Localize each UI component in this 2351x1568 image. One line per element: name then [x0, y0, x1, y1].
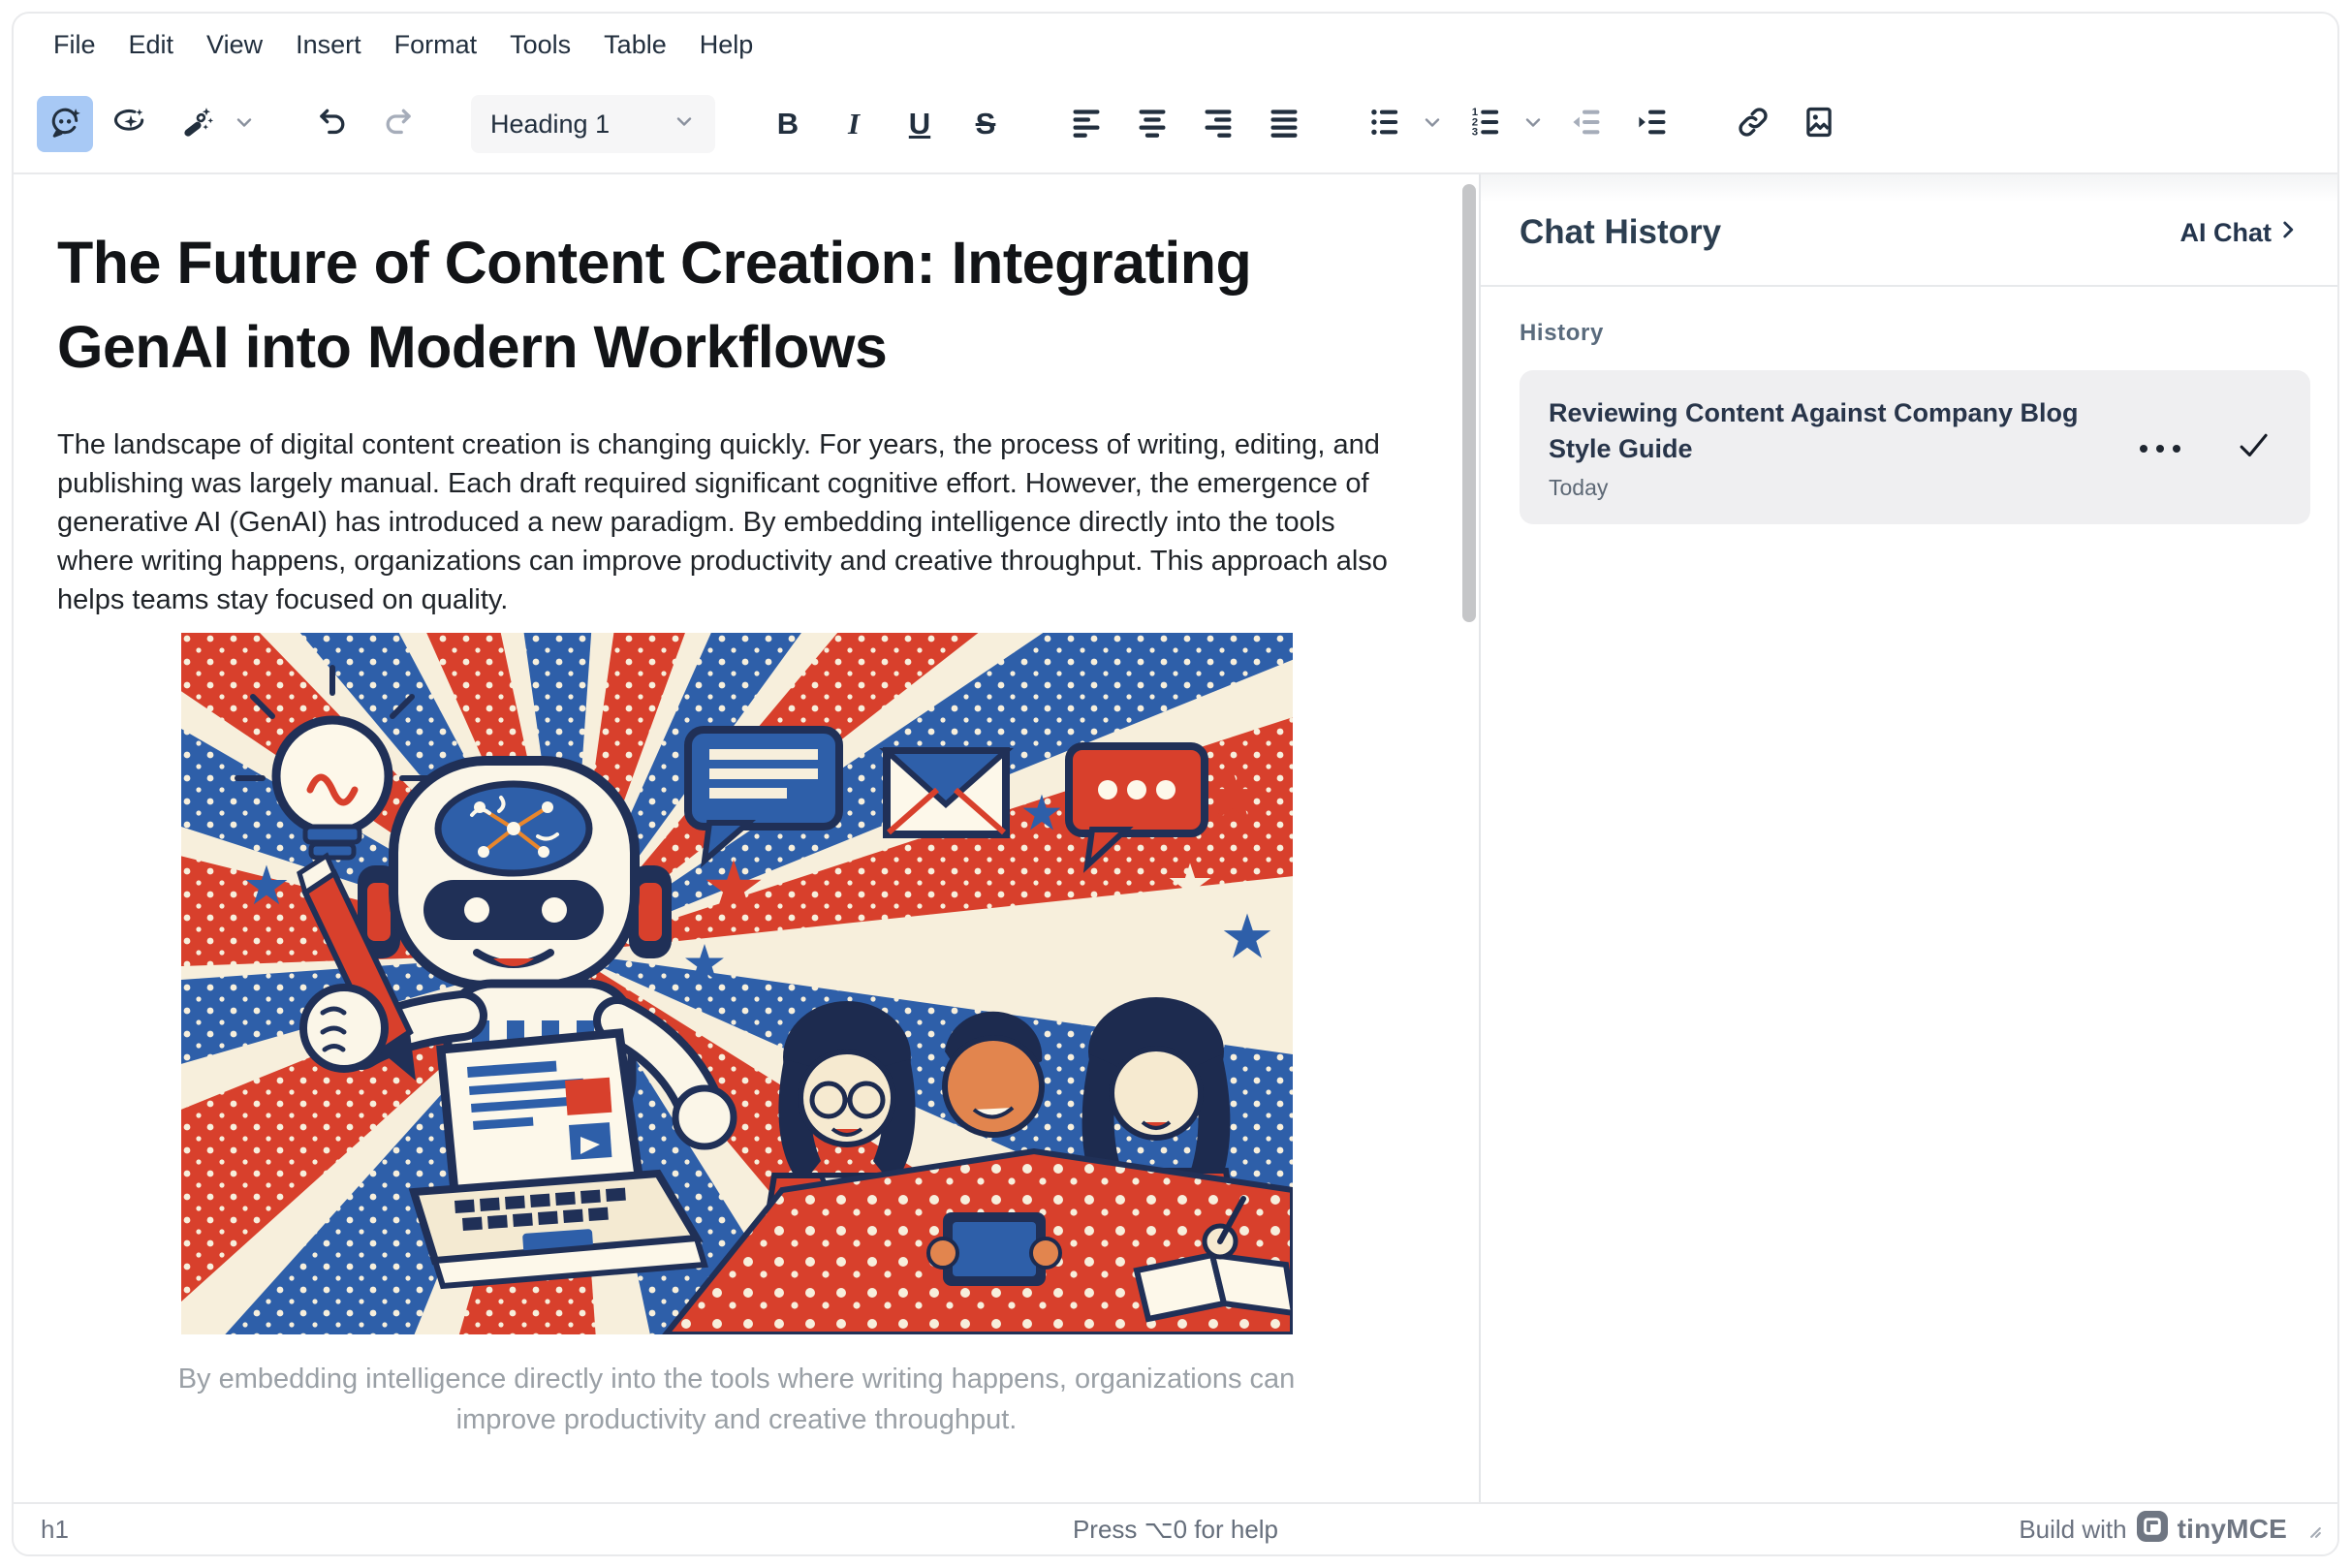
document-heading: The Future of Content Creation: Integrat… [57, 221, 1395, 389]
toolbar-group-lists: 123 [1357, 96, 1680, 152]
underline-button[interactable]: U [892, 96, 948, 152]
menu-table[interactable]: Table [587, 24, 683, 66]
history-item-title: Reviewing Content Against Company Blog S… [1549, 395, 2091, 467]
checkmark-icon[interactable] [2235, 427, 2272, 469]
menu-file[interactable]: File [37, 24, 112, 66]
justify-button[interactable] [1256, 96, 1312, 152]
editor-app: File Edit View Insert Format Tools Table… [12, 12, 2339, 1556]
document-paragraph: The landscape of digital content creatio… [57, 425, 1416, 619]
toolbar: Heading 1 B I U S [14, 76, 2337, 174]
ai-rewrite-dropdown[interactable] [229, 96, 260, 152]
italic-button[interactable]: I [826, 96, 882, 152]
numbered-list-button[interactable]: 123 [1458, 96, 1514, 152]
chevron-right-icon [2275, 217, 2301, 249]
history-label: History [1520, 320, 2310, 347]
strikethrough-button[interactable]: S [957, 96, 1014, 152]
italic-icon: I [848, 107, 860, 141]
bold-button[interactable]: B [760, 96, 816, 152]
toolbar-group-history [304, 96, 426, 152]
ai-shortcuts-icon [112, 104, 149, 145]
bullet-list-button[interactable] [1357, 96, 1413, 152]
chat-header: Chat History AI Chat [1481, 174, 2337, 287]
editor-content[interactable]: The Future of Content Creation: Integrat… [14, 174, 1459, 1502]
underline-icon: U [909, 107, 930, 141]
chevron-down-icon [1421, 110, 1444, 139]
editor-scrollbar[interactable] [1459, 174, 1479, 1502]
ai-chat-icon [47, 104, 83, 145]
brand-prefix: Build with [2019, 1515, 2126, 1545]
tablet [928, 1212, 1060, 1286]
link-icon [1735, 104, 1771, 145]
document-illustration[interactable] [181, 633, 1293, 1334]
brand-name: tinyMCE [2178, 1514, 2287, 1545]
undo-button[interactable] [304, 96, 360, 152]
toolbar-group-inline: B I U S [760, 96, 1014, 152]
document-figure: By embedding intelligence directly into … [57, 633, 1416, 1440]
image-button[interactable] [1791, 96, 1847, 152]
menu-edit[interactable]: Edit [112, 24, 191, 66]
history-item-date: Today [1549, 475, 2140, 501]
history-section: History Reviewing Content Against Compan… [1481, 287, 2337, 524]
image-icon [1801, 104, 1837, 145]
menu-help[interactable]: Help [683, 24, 770, 66]
ai-chat-button[interactable] [37, 96, 93, 152]
strikethrough-icon: S [976, 107, 996, 141]
bullet-list-icon [1366, 104, 1403, 145]
align-right-icon [1200, 104, 1237, 145]
ai-chat-link-label: AI Chat [2180, 218, 2273, 248]
undo-icon [314, 104, 351, 145]
menu-bar: File Edit View Insert Format Tools Table… [14, 14, 2337, 76]
image-caption: By embedding intelligence directly into … [141, 1359, 1332, 1440]
redo-button[interactable] [370, 96, 426, 152]
align-center-button[interactable] [1124, 96, 1180, 152]
help-hint: Press ⌥0 for help [14, 1515, 2337, 1545]
status-bar: h1 Press ⌥0 for help Build with tinyMCE [14, 1502, 2337, 1554]
indent-icon [1634, 104, 1671, 145]
chevron-down-icon [233, 110, 256, 139]
redo-icon [380, 104, 417, 145]
link-button[interactable] [1725, 96, 1781, 152]
menu-view[interactable]: View [190, 24, 279, 66]
toolbar-group-insert [1725, 96, 1847, 152]
bullet-list-dropdown[interactable] [1417, 96, 1448, 152]
history-item[interactable]: Reviewing Content Against Company Blog S… [1520, 370, 2310, 524]
menu-insert[interactable]: Insert [279, 24, 378, 66]
indent-button[interactable] [1624, 96, 1680, 152]
more-options-icon[interactable] [2140, 445, 2180, 453]
align-left-button[interactable] [1058, 96, 1114, 152]
ai-chat-link[interactable]: AI Chat [2180, 217, 2302, 249]
align-center-icon [1134, 104, 1171, 145]
justify-icon [1266, 104, 1302, 145]
svg-text:3: 3 [1472, 126, 1478, 138]
block-format-value: Heading 1 [490, 110, 610, 140]
resize-handle-icon[interactable] [2297, 1514, 2322, 1546]
magic-wand-icon [178, 104, 215, 145]
bold-icon: B [777, 107, 799, 141]
toolbar-group-align [1058, 96, 1312, 152]
ai-shortcuts-button[interactable] [103, 96, 159, 152]
outdent-button[interactable] [1558, 96, 1614, 152]
chat-history-panel: Chat History AI Chat History Reviewing C… [1481, 174, 2337, 1502]
ai-rewrite-button[interactable] [169, 96, 225, 152]
align-left-icon [1068, 104, 1105, 145]
menu-tools[interactable]: Tools [493, 24, 587, 66]
toolbar-group-ai [37, 96, 260, 152]
chevron-down-icon [1521, 110, 1545, 139]
scrollbar-thumb[interactable] [1462, 184, 1476, 622]
menu-format[interactable]: Format [378, 24, 494, 66]
chat-panel-title: Chat History [1520, 213, 1721, 252]
align-right-button[interactable] [1190, 96, 1246, 152]
block-format-select[interactable]: Heading 1 [471, 95, 715, 153]
numbered-list-dropdown[interactable] [1518, 96, 1549, 152]
toolbar-group-format: Heading 1 [471, 95, 715, 153]
chevron-down-icon [673, 110, 696, 140]
envelope [887, 751, 1006, 834]
outdent-icon [1568, 104, 1605, 145]
tinymce-logo-icon [2137, 1511, 2168, 1549]
numbered-list-icon: 123 [1467, 104, 1504, 145]
